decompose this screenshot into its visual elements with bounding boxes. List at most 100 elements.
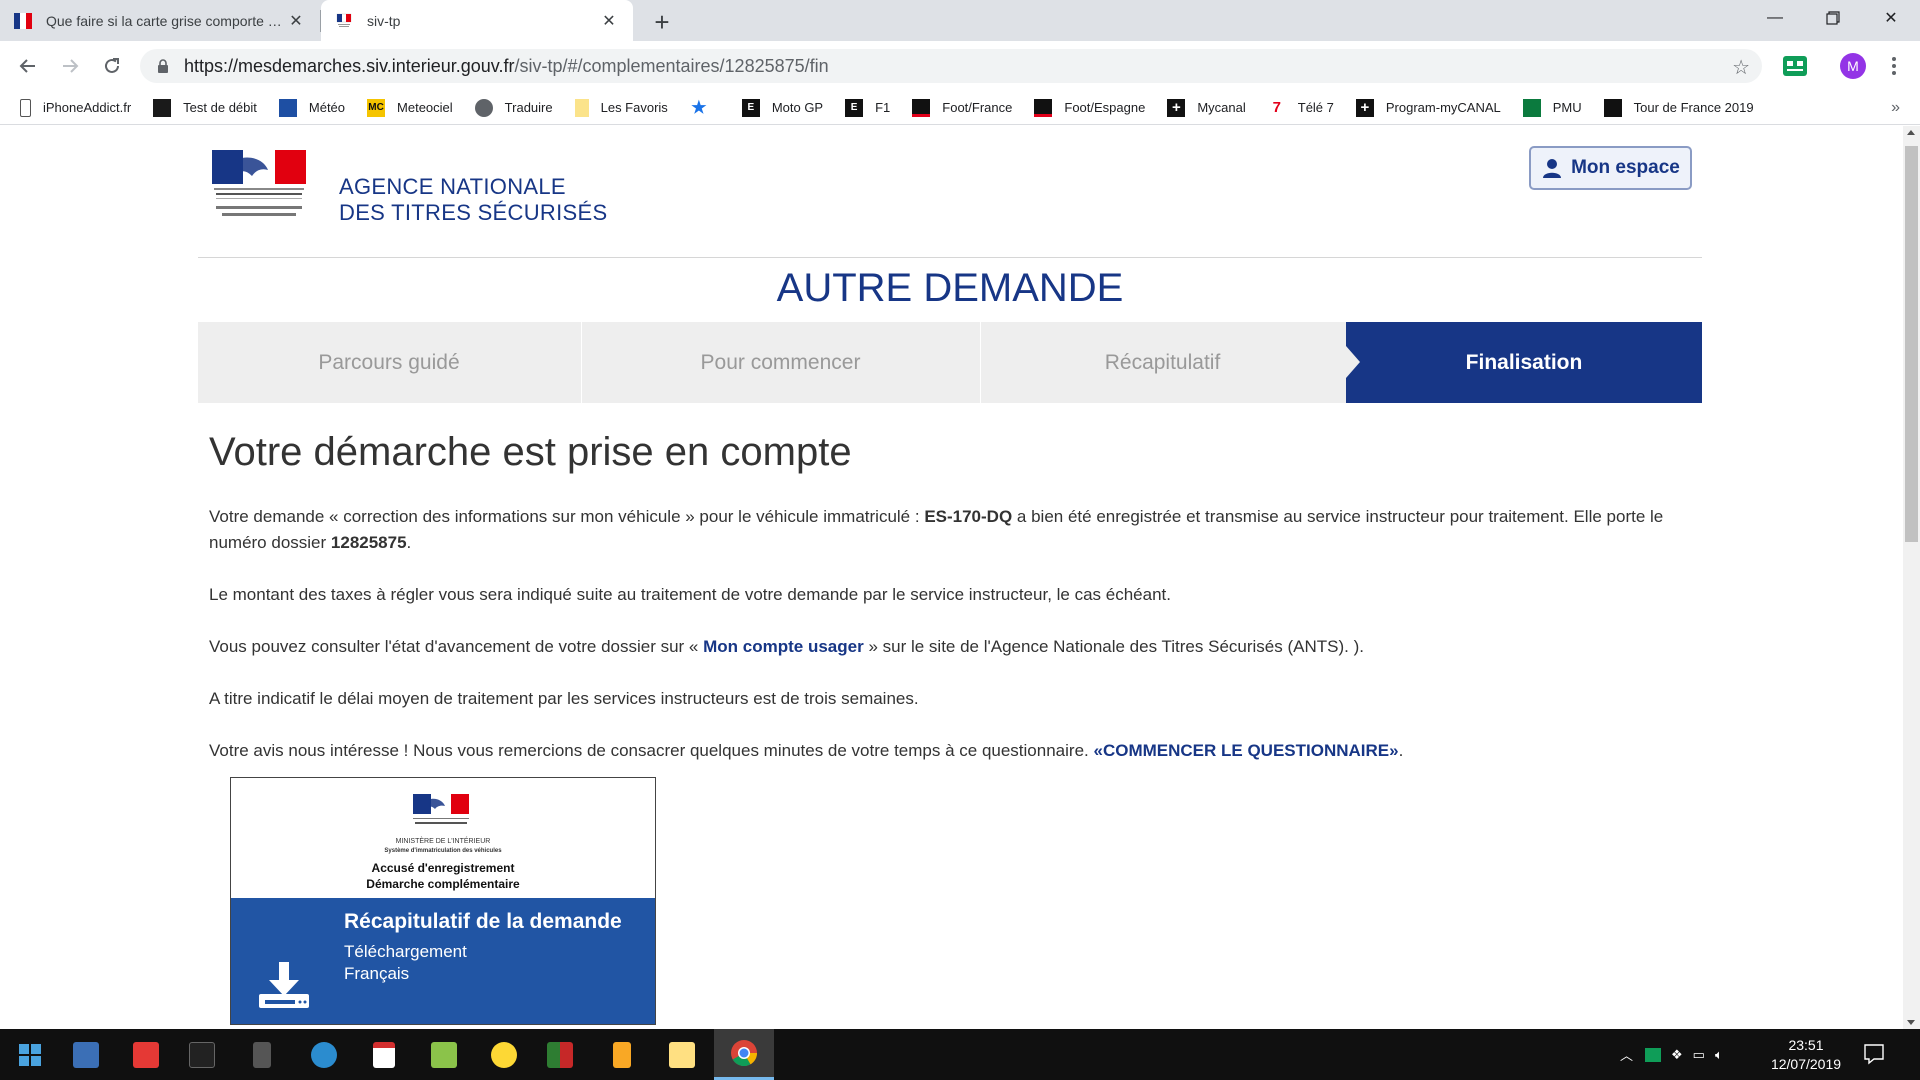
bookmark-item[interactable]: Tour de France 2019 (1603, 98, 1754, 117)
dossier-number: 12825875 (330, 533, 407, 552)
bookmark-item[interactable]: Les Favoris (574, 98, 668, 117)
expedia-icon (189, 1041, 215, 1068)
download-receipt-card[interactable]: MINISTÈRE DE L'INTÉRIEUR Système d'immat… (230, 777, 656, 1025)
scrollbar-thumb[interactable] (1905, 146, 1918, 542)
volume-icon[interactable]: 🔈︎ (1715, 1047, 1723, 1063)
restore-icon[interactable] (1804, 0, 1862, 36)
bookmarks-overflow-icon[interactable]: » (1891, 99, 1900, 117)
pdf-icon (373, 1041, 395, 1068)
show-hidden-icons-icon[interactable]: ︿ (1620, 1045, 1633, 1064)
taskbar-app-chrome[interactable] (714, 1029, 774, 1080)
reload-button[interactable] (96, 50, 128, 82)
chrome-menu-icon[interactable] (1884, 53, 1904, 79)
systeme-label: Système d'immatriculation des véhicules (384, 848, 502, 854)
t7-icon: 7 (1272, 99, 1281, 116)
taskbar-app-network[interactable] (294, 1029, 354, 1080)
close-window-icon[interactable]: ✕ (1862, 0, 1920, 36)
taskbar-app-expedia[interactable] (172, 1029, 232, 1080)
mon-espace-button[interactable]: Mon espace (1529, 146, 1692, 190)
step-parcours-guide: Parcours guidé (318, 350, 460, 374)
taskbar-app-weather[interactable] (474, 1029, 534, 1080)
tracking-paragraph: Vous pouvez consulter l'état d'avancemen… (209, 634, 1689, 660)
bookmark-star-icon[interactable]: ☆ (1732, 55, 1750, 80)
chrome-icon (731, 1040, 758, 1067)
marianne-logo[interactable] (212, 150, 306, 240)
bookmark-item[interactable]: + Mycanal (1167, 98, 1246, 117)
bookmark-item[interactable]: Test de débit (153, 98, 257, 117)
minimize-icon[interactable]: — (1746, 0, 1804, 36)
confirmation-paragraph: Votre demande « correction des informati… (209, 504, 1689, 556)
bookmark-label: Meteociel (397, 100, 453, 115)
forward-button[interactable] (54, 50, 86, 82)
notification-icon[interactable] (1862, 1042, 1886, 1066)
bookmark-item[interactable]: + Program-myCANAL (1355, 98, 1501, 117)
bookmark-item[interactable]: E F1 (845, 98, 890, 117)
bookmark-item[interactable]: Foot/Espagne (1034, 98, 1145, 117)
bookmark-item[interactable]: E Moto GP (741, 98, 824, 117)
taskbar-app-notes[interactable] (652, 1029, 712, 1080)
taskbar-app-pdf[interactable] (354, 1029, 414, 1080)
download-icon[interactable] (257, 960, 311, 1012)
taskbar-clock[interactable]: 23:51 12/07/2019 (1766, 1036, 1846, 1074)
browser-tab[interactable]: Que faire si la carte grise comporte une… (0, 0, 320, 41)
page-scrollbar[interactable] (1903, 126, 1920, 1029)
scroll-up-icon[interactable] (1907, 130, 1915, 135)
close-tab-icon[interactable]: ✕ (599, 11, 619, 31)
tab-title: Que faire si la carte grise comporte une… (46, 12, 286, 29)
bookmark-item[interactable]: Météo (278, 98, 345, 117)
address-bar[interactable]: https://mesdemarches.siv.interieur.gouv.… (140, 49, 1762, 83)
plate-number: ES-170-DQ (924, 507, 1013, 526)
back-button[interactable] (12, 50, 44, 82)
bookmark-label: Moto GP (771, 100, 824, 115)
step-pour-commencer: Pour commencer (581, 322, 979, 403)
bookmark-label: Program-myCANAL (1385, 100, 1501, 115)
agency-name-line1: AGENCE NATIONALE (339, 174, 566, 199)
step-indicator: Parcours guidé Pour commencer Récapitula… (198, 322, 1702, 403)
dropbox-icon[interactable]: ❖ (1671, 1047, 1683, 1063)
mon-espace-label: Mon espace (1571, 157, 1680, 178)
step-recapitulatif: Récapitulatif (980, 322, 1344, 403)
taskbar-app-flag[interactable] (530, 1029, 590, 1080)
scroll-down-icon[interactable] (1907, 1020, 1915, 1025)
bookmark-item[interactable]: iPhoneAddict.fr (20, 98, 131, 117)
mon-compte-usager-link[interactable]: Mon compte usager (703, 637, 864, 656)
bookmark-label: Mycanal (1197, 100, 1246, 115)
browser-tab-active[interactable]: siv-tp ✕ (321, 0, 633, 41)
start-button[interactable] (0, 1029, 60, 1080)
url-text[interactable]: https://mesdemarches.siv.interieur.gouv.… (184, 56, 829, 77)
extension-icon[interactable] (1782, 54, 1808, 78)
start-questionnaire-link[interactable]: «COMMENCER LE QUESTIONNAIRE» (1093, 741, 1398, 760)
ministere-label: MINISTÈRE DE L'INTÉRIEUR (395, 838, 491, 845)
delay-paragraph: A titre indicatif le délai moyen de trai… (209, 689, 919, 708)
bookmark-label: Test de débit (183, 100, 257, 115)
agency-name-line2: DES TITRES SÉCURISÉS (339, 200, 608, 225)
french-flag-icon (14, 12, 32, 29)
taskbar-app-books[interactable] (592, 1029, 652, 1080)
close-tab-icon[interactable]: ✕ (286, 11, 306, 31)
bookmark-item[interactable]: 7 Télé 7 (1268, 99, 1334, 117)
receipt-download-panel[interactable]: Récapitulatif de la demande Téléchargeme… (231, 898, 655, 1024)
bookmark-item[interactable]: ★ (690, 98, 720, 117)
accuse-label: Accusé d'enregistrement Démarche complém… (231, 860, 655, 892)
network-icon (311, 1041, 337, 1068)
taskbar-app-anydesk[interactable] (116, 1029, 176, 1080)
tray-extension-icon[interactable] (1645, 1047, 1662, 1062)
bookmark-item[interactable]: MC Meteociel (367, 98, 453, 117)
taskbar-app-calculator[interactable] (56, 1029, 116, 1080)
step-finalisation: Finalisation (1346, 322, 1702, 403)
browser-toolbar: https://mesdemarches.siv.interieur.gouv.… (0, 41, 1920, 91)
new-tab-button[interactable]: + (648, 7, 676, 37)
network-tray-icon[interactable]: ▭ (1693, 1047, 1705, 1063)
equipe-icon: E (741, 98, 760, 117)
windows-icon (19, 1043, 41, 1066)
bookmark-item[interactable]: Foot/France (912, 98, 1012, 117)
pmu-icon (1522, 98, 1541, 117)
bookmark-item[interactable]: PMU (1522, 98, 1582, 117)
taskbar-app-server[interactable] (232, 1029, 292, 1080)
profile-avatar[interactable]: M (1840, 53, 1866, 79)
taskbar-app-package[interactable] (414, 1029, 474, 1080)
anydesk-icon (133, 1041, 159, 1068)
bookmark-item[interactable]: Traduire (474, 98, 553, 117)
browser-tab-strip: Que faire si la carte grise comporte une… (0, 0, 1920, 41)
tracking-text: Vous pouvez consulter l'état d'avancemen… (209, 637, 699, 656)
